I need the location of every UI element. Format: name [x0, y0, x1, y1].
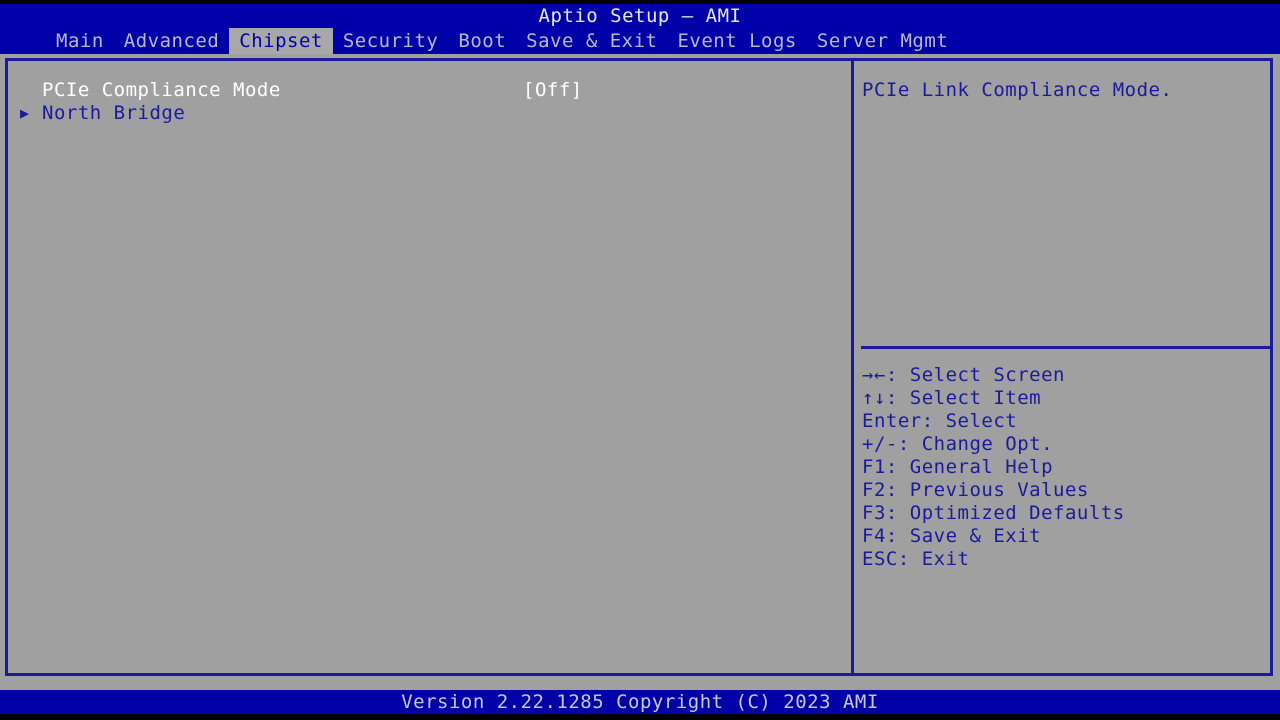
help-description: PCIe Link Compliance Mode. — [854, 79, 1270, 102]
legend-key: Enter — [862, 410, 922, 433]
menu-bar: MainAdvancedChipsetSecurityBootSave & Ex… — [0, 28, 1280, 54]
submenu-arrow-icon: ▶ — [20, 102, 42, 125]
menu-tab-event-logs[interactable]: Event Logs — [667, 28, 806, 54]
help-divider-rule — [861, 346, 1270, 349]
bios-setup-screen: Aptio Setup – AMI MainAdvancedChipsetSec… — [0, 0, 1280, 720]
footer-version: Version 2.22.1285 Copyright (C) 2023 AMI — [0, 690, 1280, 714]
legend-action: : Select — [922, 410, 1018, 432]
legend-line: Enter: Select — [862, 410, 1270, 433]
menu-tab-advanced[interactable]: Advanced — [114, 28, 230, 54]
legend-line: ↑↓: Select Item — [862, 387, 1270, 410]
legend-key: ESC — [862, 548, 898, 571]
legend-line: →←: Select Screen — [862, 364, 1270, 387]
row-marker-placeholder — [20, 79, 42, 102]
content-stage: PCIe Compliance Mode[Off]▶North Bridge P… — [0, 54, 1280, 690]
legend-action: : Save & Exit — [886, 525, 1041, 547]
legend-line: F4: Save & Exit — [862, 525, 1270, 548]
page-title: Aptio Setup – AMI — [0, 4, 1280, 28]
legend-line: F2: Previous Values — [862, 479, 1270, 502]
legend-line: ESC: Exit — [862, 548, 1270, 571]
legend-action: : Select Screen — [886, 364, 1065, 386]
setting-label: North Bridge — [42, 102, 185, 125]
legend-key: F3 — [862, 502, 886, 525]
setting-row[interactable]: ▶North Bridge — [8, 102, 851, 125]
menu-tab-security[interactable]: Security — [333, 28, 449, 54]
legend-key: +/- — [862, 433, 898, 456]
menu-tab-main[interactable]: Main — [46, 28, 114, 54]
legend-line: F3: Optimized Defaults — [862, 502, 1270, 525]
legend-key: →← — [862, 364, 886, 387]
legend-action: : Exit — [898, 548, 970, 570]
menu-tab-save-exit[interactable]: Save & Exit — [516, 28, 667, 54]
legend-action: : Select Item — [886, 387, 1041, 409]
settings-panel: PCIe Compliance Mode[Off]▶North Bridge — [8, 61, 851, 673]
legend-action: : Optimized Defaults — [886, 502, 1125, 524]
legend-key: ↑↓ — [862, 387, 886, 410]
legend-key: F4 — [862, 525, 886, 548]
menu-tab-server-mgmt[interactable]: Server Mgmt — [807, 28, 958, 54]
legend-line: +/-: Change Opt. — [862, 433, 1270, 456]
menu-tab-chipset[interactable]: Chipset — [229, 28, 333, 54]
setting-label: PCIe Compliance Mode — [42, 79, 281, 102]
setting-row[interactable]: PCIe Compliance Mode [Off] — [8, 79, 851, 102]
legend-action: : Previous Values — [886, 479, 1089, 501]
legend-key: F2 — [862, 479, 886, 502]
setting-value[interactable]: [Off] — [523, 79, 583, 102]
legend-action: : General Help — [886, 456, 1053, 478]
setup-frame: PCIe Compliance Mode[Off]▶North Bridge P… — [5, 58, 1273, 676]
legend-line: F1: General Help — [862, 456, 1270, 479]
menu-tab-boot[interactable]: Boot — [448, 28, 516, 54]
help-panel: PCIe Link Compliance Mode. →←: Select Sc… — [854, 61, 1270, 673]
legend-action: : Change Opt. — [898, 433, 1053, 455]
legend-key: F1 — [862, 456, 886, 479]
key-legend: →←: Select Screen↑↓: Select ItemEnter: S… — [862, 364, 1270, 571]
